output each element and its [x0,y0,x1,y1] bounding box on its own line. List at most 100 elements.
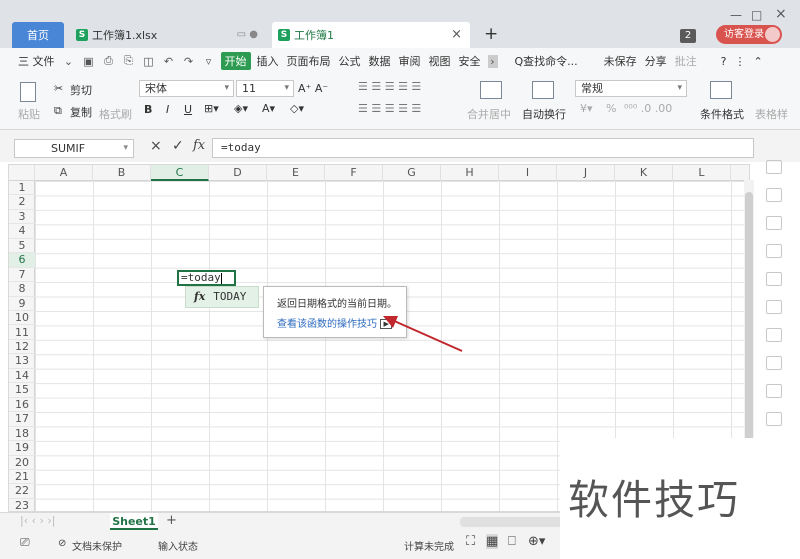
column-header[interactable]: L [673,165,731,181]
menu-review[interactable]: 审阅 [395,53,425,69]
tab-window-icon[interactable]: ▭ ● [237,29,258,40]
row-header[interactable]: 19 [9,441,35,456]
copy-button[interactable]: 复制 [70,104,92,120]
number-format-select[interactable]: 常规 ▾ [575,80,687,97]
confirm-icon[interactable]: ✓ [172,138,184,154]
merge-center-button[interactable]: 合并居中 [467,106,511,122]
row-header[interactable]: 6 [9,253,35,268]
window-count-badge[interactable]: 2 [680,29,696,43]
protect-icon[interactable]: ⊘ [58,538,66,549]
preview-icon[interactable]: ◫ [142,55,156,68]
font-family-select[interactable]: 宋体 ▾ [139,80,234,97]
collapse-ribbon-icon[interactable]: ⌃ [750,55,767,68]
tab-home[interactable]: 首页 [12,22,64,48]
paste-button[interactable]: 粘贴 [18,106,40,122]
row-header[interactable]: 21 [9,470,35,485]
more-button[interactable]: ⋮ [731,55,750,68]
align-horizontal-icons[interactable]: ☰ ☰ ☰ ☰ ☰ [358,102,421,115]
row-header[interactable]: 7 [9,268,35,283]
row-header[interactable]: 12 [9,340,35,355]
conditional-format-icon[interactable] [710,81,732,99]
maximize-button[interactable]: □ [751,8,762,22]
login-button[interactable]: 访客登录 [716,25,782,44]
row-header[interactable]: 22 [9,484,35,499]
menu-start[interactable]: 开始 [220,52,251,70]
macro-icon[interactable]: ⎚ [20,535,30,550]
row-header[interactable]: 3 [9,210,35,225]
menu-file[interactable]: 三 文件 [14,53,59,69]
fullscreen-icon[interactable]: ⛶ [466,534,475,549]
column-header[interactable]: I [499,165,557,181]
menu-insert[interactable]: 插入 [253,53,283,69]
cancel-icon[interactable]: × [150,138,162,154]
unsaved-status[interactable]: 未保存 [600,53,641,69]
format-painter-button[interactable]: 格式刷 [99,106,132,122]
column-header[interactable]: G [383,165,441,181]
undo-icon[interactable]: ↶ [162,55,176,68]
row-header[interactable]: 2 [9,195,35,210]
export-icon[interactable]: ⎙ [102,54,116,68]
menu-formula[interactable]: 公式 [335,53,365,69]
fill-color-icon[interactable]: ◈▾ [234,102,248,115]
active-cell[interactable]: =today [177,270,236,286]
column-header[interactable]: H [441,165,499,181]
minimize-button[interactable]: — [730,8,742,22]
border-icon[interactable]: ⊞▾ [204,102,219,115]
column-header[interactable]: E [267,165,325,181]
row-header[interactable]: 11 [9,326,35,340]
percent-button[interactable]: % [606,102,616,115]
new-tab-button[interactable]: + [484,24,498,44]
table-style-button[interactable]: 表格样 [755,106,788,122]
row-header[interactable]: 10 [9,311,35,326]
paste-icon[interactable] [20,82,36,102]
font-size-select[interactable]: 11 ▾ [236,80,294,97]
help-button[interactable]: ? [717,55,731,68]
tooltip-link[interactable]: 查看该函数的操作技巧 ▶ [277,315,406,330]
sheet-tab-sheet1[interactable]: Sheet1 [110,513,158,530]
column-header[interactable]: K [615,165,673,181]
share-icon[interactable] [766,384,782,398]
print-icon[interactable]: ⎘ [122,54,136,68]
tab-workbook-xlsx[interactable]: S 工作簿1.xlsx ▭ ● [70,22,266,48]
tab-workbook-active[interactable]: S 工作簿1 × [272,22,470,48]
row-header[interactable]: 13 [9,354,35,369]
clear-icon[interactable]: ◇▾ [290,102,304,115]
save-icon[interactable]: ▣ [82,55,96,68]
column-header[interactable]: F [325,165,383,181]
column-header[interactable]: C [151,165,209,181]
add-sheet-button[interactable]: + [166,513,177,528]
comment-button[interactable]: 批注 [671,53,701,69]
wrap-text-button[interactable]: 自动换行 [522,106,566,122]
shape-icon[interactable] [766,188,782,202]
row-header[interactable]: 20 [9,456,35,470]
row-header[interactable]: 16 [9,398,35,413]
customize-icon[interactable]: ▿ [202,55,216,68]
function-autocomplete-item[interactable]: fx TODAY [185,286,259,308]
wrap-text-icon[interactable] [532,81,554,99]
row-header[interactable]: 14 [9,369,35,384]
currency-icon[interactable]: ¥▾ [580,102,593,115]
row-header[interactable]: 18 [9,427,35,442]
formula-input[interactable]: =today [212,138,754,158]
row-header[interactable]: 17 [9,412,35,427]
italic-button[interactable]: I [166,103,169,116]
toolbox-icon[interactable] [766,412,782,426]
page-icon[interactable] [766,328,782,342]
name-box[interactable]: SUMIF ▾ [14,139,134,158]
menu-view[interactable]: 视图 [425,53,455,69]
conditional-format-button[interactable]: 条件格式 [700,106,744,122]
decimal-icons[interactable]: ⁰⁰⁰ .0 .00 [624,102,672,115]
row-header[interactable]: 4 [9,224,35,239]
copy-icon[interactable]: ⧉ [54,104,62,118]
column-header[interactable]: B [93,165,151,181]
column-header[interactable]: A [35,165,93,181]
menu-data[interactable]: 数据 [365,53,395,69]
underline-button[interactable]: U [184,103,192,116]
row-header[interactable]: 15 [9,383,35,398]
protect-status[interactable]: 文档未保护 [72,538,122,553]
style-icon[interactable] [766,216,782,230]
chart-icon[interactable] [766,272,782,286]
table-icon[interactable] [766,244,782,258]
filter-icon[interactable] [766,300,782,314]
cut-button[interactable]: 剪切 [70,82,92,98]
